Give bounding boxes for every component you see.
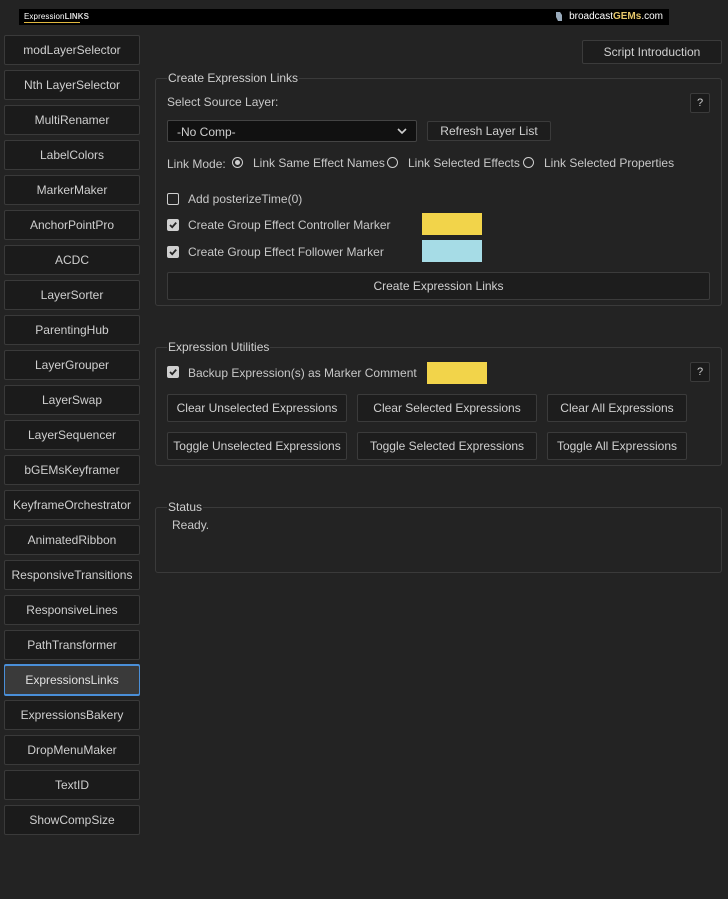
follower-marker-label: Create Group Effect Follower Marker: [188, 245, 384, 259]
posterize-checkbox[interactable]: [167, 193, 179, 205]
sidebar-item-animatedribbon[interactable]: AnimatedRibbon: [4, 525, 140, 555]
panel-title: Expression Utilities: [167, 340, 271, 354]
link-mode-label: Link Mode:: [167, 157, 226, 171]
backup-expressions-label: Backup Expression(s) as Marker Comment: [188, 366, 417, 380]
clear-selected-expressions-button[interactable]: Clear Selected Expressions: [357, 394, 537, 422]
panel-title: Create Expression Links: [167, 71, 300, 85]
sidebar-item-layersorter[interactable]: LayerSorter: [4, 280, 140, 310]
controller-marker-label: Create Group Effect Controller Marker: [188, 218, 391, 232]
help-button[interactable]: ?: [690, 362, 710, 382]
clear-all-expressions-button[interactable]: Clear All Expressions: [547, 394, 687, 422]
sidebar-item-bgemskeyframer[interactable]: bGEMsKeyframer: [4, 455, 140, 485]
sidebar-item-expressionslinks[interactable]: ExpressionsLinks: [4, 665, 140, 695]
sidebar-item-responsivelines[interactable]: ResponsiveLines: [4, 595, 140, 625]
source-layer-dropdown[interactable]: -No Comp-: [167, 120, 417, 142]
sidebar-item-keyframeorchestrator[interactable]: KeyframeOrchestrator: [4, 490, 140, 520]
dropdown-value: -No Comp-: [177, 125, 236, 139]
sidebar-item-textid[interactable]: TextID: [4, 770, 140, 800]
radio-link-selected-properties[interactable]: [523, 157, 534, 168]
gem-icon: [556, 12, 563, 21]
controller-marker-color-swatch[interactable]: [422, 213, 482, 235]
sidebar-item-multirenamer[interactable]: MultiRenamer: [4, 105, 140, 135]
sidebar-item-layerswap[interactable]: LayerSwap: [4, 385, 140, 415]
backup-expressions-checkbox[interactable]: [167, 366, 179, 378]
sidebar-item-dropmenumaker[interactable]: DropMenuMaker: [4, 735, 140, 765]
sidebar-item-pathtransformer[interactable]: PathTransformer: [4, 630, 140, 660]
radio-label: Link Selected Effects: [408, 156, 520, 170]
sidebar-item-responsivetransitions[interactable]: ResponsiveTransitions: [4, 560, 140, 590]
follower-marker-color-swatch[interactable]: [422, 240, 482, 262]
status-panel: Status: [155, 500, 722, 573]
panel-title: Status: [167, 500, 204, 514]
posterize-label: Add posterizeTime(0): [188, 192, 303, 206]
clear-unselected-expressions-button[interactable]: Clear Unselected Expressions: [167, 394, 347, 422]
sidebar-item-anchorpointpro[interactable]: AnchorPointPro: [4, 210, 140, 240]
help-button[interactable]: ?: [690, 93, 710, 113]
sidebar-item-layersequencer[interactable]: LayerSequencer: [4, 420, 140, 450]
sidebar-item-labelcolors[interactable]: LabelColors: [4, 140, 140, 170]
script-introduction-button[interactable]: Script Introduction: [582, 40, 722, 64]
controller-marker-checkbox[interactable]: [167, 219, 179, 231]
sidebar-item-markermaker[interactable]: MarkerMaker: [4, 175, 140, 205]
sidebar-item-nth-layerselector[interactable]: Nth LayerSelector: [4, 70, 140, 100]
sidebar-item-layergrouper[interactable]: LayerGrouper: [4, 350, 140, 380]
sidebar-item-expressionsbakery[interactable]: ExpressionsBakery: [4, 700, 140, 730]
toggle-unselected-expressions-button[interactable]: Toggle Unselected Expressions: [167, 432, 347, 460]
follower-marker-checkbox[interactable]: [167, 246, 179, 258]
chevron-down-icon: [397, 128, 407, 135]
radio-label: Link Selected Properties: [544, 156, 675, 170]
sidebar-item-parentinghub[interactable]: ParentingHub: [4, 315, 140, 345]
source-layer-label: Select Source Layer:: [167, 95, 279, 109]
create-expression-links-button[interactable]: Create Expression Links: [167, 272, 710, 300]
header-banner: ExpressionLINKS broadcastGEMs.com: [19, 9, 669, 25]
refresh-layer-list-button[interactable]: Refresh Layer List: [427, 121, 551, 141]
app-logo: ExpressionLINKS: [24, 12, 90, 23]
sidebar-item-modlayerselector[interactable]: modLayerSelector: [4, 35, 140, 65]
status-text: Ready.: [172, 518, 210, 532]
toggle-selected-expressions-button[interactable]: Toggle Selected Expressions: [357, 432, 537, 460]
radio-label: Link Same Effect Names: [253, 156, 385, 170]
sidebar-item-acdc[interactable]: ACDC: [4, 245, 140, 275]
backup-marker-color-swatch[interactable]: [427, 362, 487, 384]
radio-link-same-effect-names[interactable]: [232, 157, 243, 168]
sidebar-item-showcompsize[interactable]: ShowCompSize: [4, 805, 140, 835]
brand-logo: broadcastGEMs.com: [556, 11, 663, 22]
toggle-all-expressions-button[interactable]: Toggle All Expressions: [547, 432, 687, 460]
radio-link-selected-effects[interactable]: [387, 157, 398, 168]
